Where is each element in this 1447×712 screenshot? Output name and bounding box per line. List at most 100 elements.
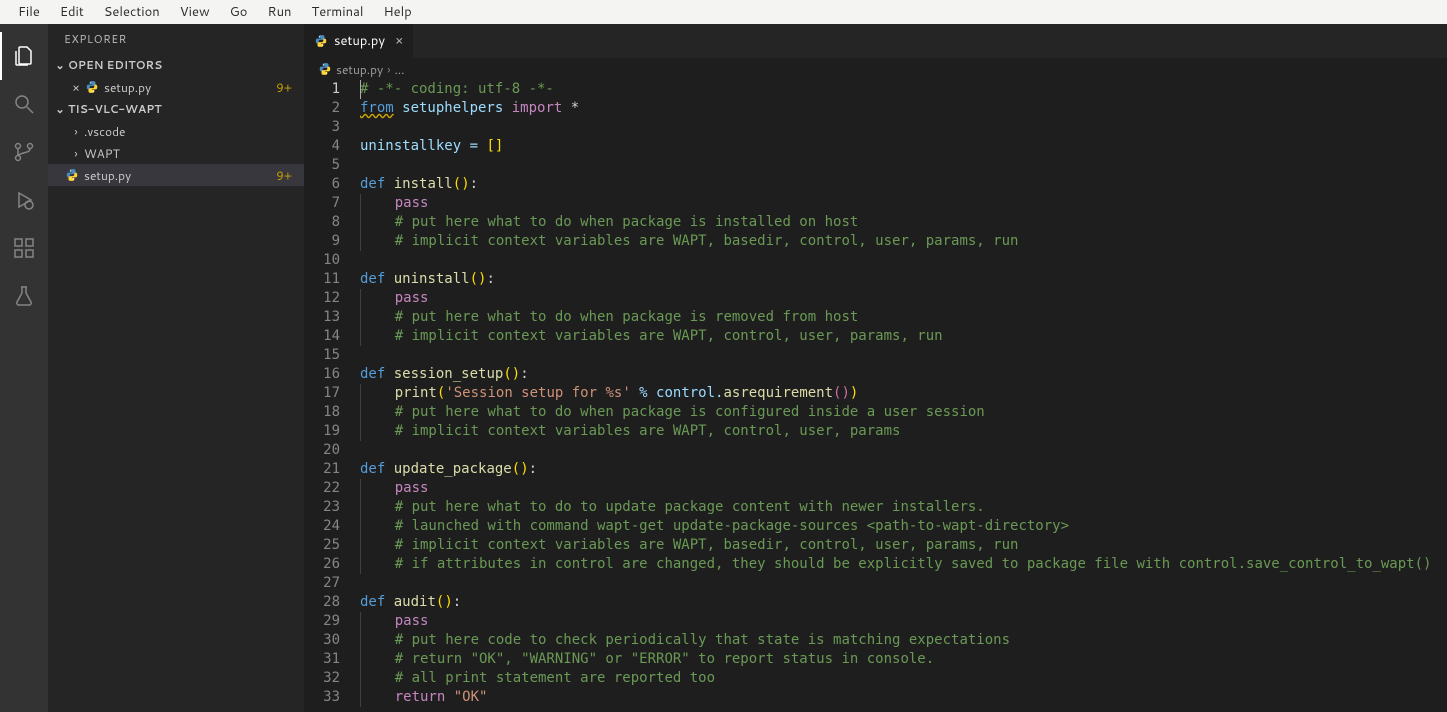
menu-edit[interactable]: Edit [50, 1, 94, 23]
folder-label: WAPT [84, 145, 120, 162]
code-line[interactable]: # -*- coding: utf-8 -*- [360, 80, 1447, 99]
line-number: 1 [304, 80, 340, 99]
code-line[interactable]: def uninstall(): [360, 270, 1447, 289]
open-editors-header[interactable]: ⌄ OPEN EDITORS [48, 54, 304, 76]
breadcrumb[interactable]: setup.py › … [304, 58, 1447, 80]
code-line[interactable]: def install(): [360, 175, 1447, 194]
code-line[interactable]: pass [360, 479, 1447, 498]
activity-test[interactable] [0, 272, 48, 320]
line-number: 23 [304, 498, 340, 517]
extensions-icon [12, 236, 36, 260]
code-line[interactable]: # put here what to do when package is in… [360, 213, 1447, 232]
file-label: setup.py [84, 167, 131, 184]
close-icon[interactable]: × [68, 79, 84, 96]
menu-file[interactable]: File [8, 1, 50, 23]
code-line[interactable]: def session_setup(): [360, 365, 1447, 384]
code-line[interactable]: uninstallkey = [] [360, 137, 1447, 156]
line-number: 18 [304, 403, 340, 422]
activity-scm[interactable] [0, 128, 48, 176]
editor-area: setup.py× setup.py › … 12345678910111213… [304, 24, 1447, 712]
activity-explorer[interactable] [0, 32, 48, 80]
search-icon [12, 92, 36, 116]
line-number: 32 [304, 669, 340, 688]
line-number: 2 [304, 99, 340, 118]
line-number: 19 [304, 422, 340, 441]
editor-tab[interactable]: setup.py× [304, 24, 414, 58]
activity-debug[interactable] [0, 176, 48, 224]
line-gutter: 1234567891011121314151617181920212223242… [304, 80, 360, 712]
menu-view[interactable]: View [170, 1, 220, 23]
code-line[interactable]: def audit(): [360, 593, 1447, 612]
line-number: 26 [304, 555, 340, 574]
code-line[interactable]: # put here code to check periodically th… [360, 631, 1447, 650]
main-workspace: EXPLORER ⌄ OPEN EDITORS ×setup.py9+ ⌄ TI… [0, 24, 1447, 712]
open-editors-label: OPEN EDITORS [68, 57, 162, 73]
menu-help[interactable]: Help [373, 1, 421, 23]
chevron-right-icon: › [68, 145, 84, 162]
line-number: 9 [304, 232, 340, 251]
code-line[interactable]: # put here what to do to update package … [360, 498, 1447, 517]
line-number: 25 [304, 536, 340, 555]
code-line[interactable]: pass [360, 289, 1447, 308]
code-line[interactable]: # put here what to do when package is co… [360, 403, 1447, 422]
project-name-label: TIS-VLC-WAPT [68, 101, 162, 117]
chevron-right-icon: › [68, 123, 84, 140]
code-content[interactable]: # -*- coding: utf-8 -*-from setuphelpers… [360, 80, 1447, 712]
project-header[interactable]: ⌄ TIS-VLC-WAPT [48, 98, 304, 120]
file-item[interactable]: setup.py9+ [48, 164, 304, 186]
menu-go[interactable]: Go [220, 1, 258, 23]
close-icon[interactable]: × [395, 32, 403, 50]
chevron-down-icon: ⌄ [52, 57, 68, 73]
code-line[interactable]: # implicit context variables are WAPT, c… [360, 327, 1447, 346]
line-number: 11 [304, 270, 340, 289]
activity-extensions[interactable] [0, 224, 48, 272]
line-number: 22 [304, 479, 340, 498]
code-line[interactable]: # implicit context variables are WAPT, c… [360, 422, 1447, 441]
code-line[interactable]: # implicit context variables are WAPT, b… [360, 536, 1447, 555]
line-number: 6 [304, 175, 340, 194]
breadcrumb-file: setup.py [336, 61, 383, 78]
code-line[interactable] [360, 441, 1447, 460]
code-line[interactable]: pass [360, 612, 1447, 631]
python-icon [84, 80, 100, 94]
code-line[interactable] [360, 118, 1447, 137]
line-number: 24 [304, 517, 340, 536]
open-editor-item[interactable]: ×setup.py9+ [48, 76, 304, 98]
folder-item[interactable]: ›WAPT [48, 142, 304, 164]
code-line[interactable] [360, 346, 1447, 365]
code-line[interactable]: print('Session setup for %s' % control.a… [360, 384, 1447, 403]
folder-item[interactable]: ›.vscode [48, 120, 304, 142]
menubar: FileEditSelectionViewGoRunTerminalHelp [0, 0, 1447, 24]
code-editor[interactable]: 1234567891011121314151617181920212223242… [304, 80, 1447, 712]
code-line[interactable]: # if attributes in control are changed, … [360, 555, 1447, 574]
menu-terminal[interactable]: Terminal [302, 1, 374, 23]
python-icon [64, 168, 80, 182]
cursor [360, 80, 361, 99]
line-number: 31 [304, 650, 340, 669]
code-line[interactable] [360, 251, 1447, 270]
chevron-right-icon: › [387, 61, 390, 78]
line-number: 5 [304, 156, 340, 175]
activity-search[interactable] [0, 80, 48, 128]
line-number: 33 [304, 688, 340, 707]
python-icon [314, 34, 328, 48]
code-line[interactable]: # return "OK", "WARNING" or "ERROR" to r… [360, 650, 1447, 669]
breadcrumb-more: … [395, 61, 405, 78]
line-number: 8 [304, 213, 340, 232]
activitybar [0, 24, 48, 712]
line-number: 4 [304, 137, 340, 156]
code-line[interactable]: # launched with command wapt-get update-… [360, 517, 1447, 536]
menu-selection[interactable]: Selection [94, 1, 170, 23]
code-line[interactable] [360, 574, 1447, 593]
code-line[interactable] [360, 156, 1447, 175]
problems-badge: 9+ [276, 79, 292, 96]
code-line[interactable]: def update_package(): [360, 460, 1447, 479]
line-number: 28 [304, 593, 340, 612]
code-line[interactable]: # implicit context variables are WAPT, b… [360, 232, 1447, 251]
code-line[interactable]: # all print statement are reported too [360, 669, 1447, 688]
code-line[interactable]: # put here what to do when package is re… [360, 308, 1447, 327]
code-line[interactable]: return "OK" [360, 688, 1447, 707]
code-line[interactable]: pass [360, 194, 1447, 213]
code-line[interactable]: from setuphelpers import * [360, 99, 1447, 118]
menu-run[interactable]: Run [257, 1, 301, 23]
